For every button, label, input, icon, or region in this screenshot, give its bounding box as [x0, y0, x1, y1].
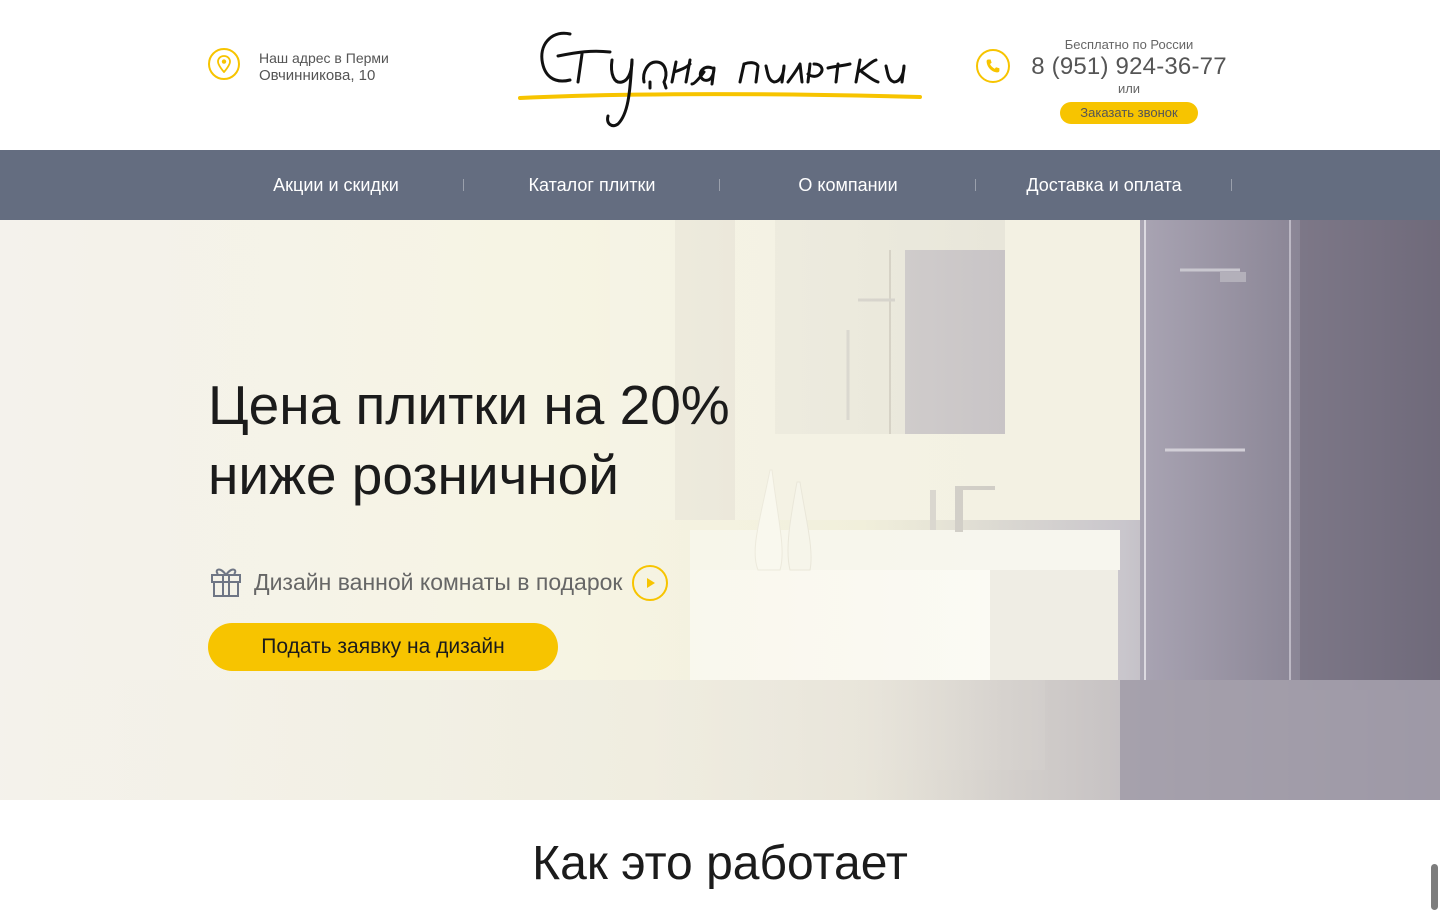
gift-icon — [208, 562, 244, 603]
scrollbar-thumb[interactable] — [1431, 864, 1438, 910]
phone-number[interactable]: 8 (951) 924-36-77 — [1026, 52, 1232, 82]
nav-item-promotions[interactable]: Акции и скидки — [208, 150, 464, 220]
address-label: Наш адрес в Перми — [259, 50, 389, 66]
gift-offer: Дизайн ванной комнаты в подарок — [208, 562, 669, 603]
callback-button[interactable]: Заказать звонок — [1060, 102, 1198, 124]
nav-item-catalog[interactable]: Каталог плитки — [464, 150, 720, 220]
phone-icon — [976, 49, 1010, 83]
site-header: Наш адрес в Перми Овчинникова, 10 Беспла… — [0, 0, 1440, 150]
main-nav: Акции и скидки Каталог плитки О компании… — [0, 150, 1440, 220]
address-block: Наш адрес в Перми Овчинникова, 10 — [208, 48, 389, 84]
apply-design-button[interactable]: Подать заявку на дизайн — [208, 623, 558, 671]
hero-title-line2: ниже розничной — [208, 444, 619, 506]
nav-item-about[interactable]: О компании — [720, 150, 976, 220]
phone-caption: Бесплатно по России — [1064, 37, 1194, 52]
phone-block: Бесплатно по России 8 (951) 924-36-77 ил… — [976, 38, 1256, 138]
hero-title: Цена плитки на 20% ниже розничной — [208, 370, 828, 510]
phone-or: или — [1117, 81, 1141, 96]
play-button[interactable] — [632, 564, 669, 601]
bathroom-background-image — [0, 220, 1440, 800]
gift-text: Дизайн ванной комнаты в подарок — [254, 569, 623, 595]
logo[interactable] — [518, 24, 922, 134]
address-value: Овчинникова, 10 — [259, 67, 376, 84]
section-title: Как это работает — [532, 837, 908, 890]
hero-banner: Цена плитки на 20% ниже розничной Дизайн… — [0, 220, 1440, 800]
hero-title-line1: Цена плитки на 20% — [208, 374, 730, 436]
logo-script-graphic — [518, 31, 922, 128]
location-pin-icon — [208, 48, 240, 80]
nav-item-delivery[interactable]: Доставка и оплата — [976, 150, 1232, 220]
play-icon — [647, 577, 656, 588]
